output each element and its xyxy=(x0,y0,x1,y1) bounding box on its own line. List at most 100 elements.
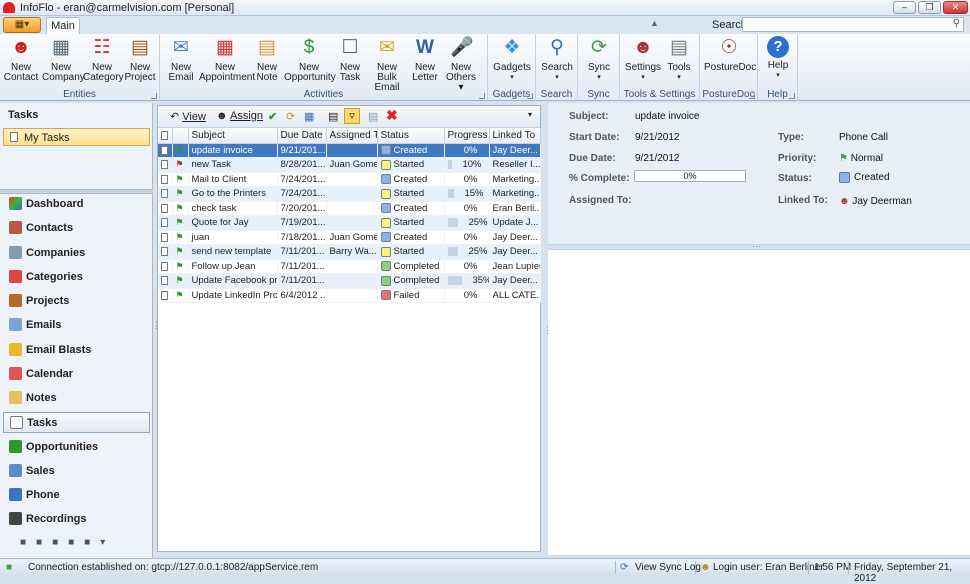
toolbar-overflow-icon[interactable]: ▾ xyxy=(528,110,532,119)
nav-companies[interactable]: Companies xyxy=(3,243,150,264)
new-note-button[interactable]: ▤ New Note xyxy=(253,36,281,83)
row-select[interactable] xyxy=(158,201,173,216)
ribbon-group-search: ⚲ Search ▾ Search xyxy=(536,34,578,101)
delete-icon[interactable]: ✖ xyxy=(386,107,398,124)
col-assigned-to[interactable]: Assigned To xyxy=(326,128,378,144)
row-select[interactable] xyxy=(158,215,173,231)
row-select[interactable] xyxy=(158,157,173,173)
nav-emails[interactable]: Emails xyxy=(3,315,150,336)
linked-to-value[interactable]: ☻ Jay Deerman xyxy=(839,196,912,207)
col-progress[interactable]: Progress xyxy=(444,128,490,144)
nav-opportunities[interactable]: Opportunities xyxy=(3,437,150,458)
row-select[interactable] xyxy=(158,230,173,245)
dialog-launcher-icon[interactable] xyxy=(749,93,755,99)
row-select[interactable] xyxy=(158,172,173,187)
row-select[interactable] xyxy=(158,186,173,202)
new-task-button[interactable]: ☐ New Task xyxy=(336,36,364,83)
table-row[interactable]: ⚑ Mail to Client 7/24/201... Created 0% Marke… xyxy=(158,172,541,187)
application-menu-button[interactable]: ▦▾ xyxy=(3,17,41,33)
nav-email-blasts[interactable]: Email Blasts xyxy=(3,340,150,361)
close-button[interactable]: ✕ xyxy=(943,1,968,14)
dialog-launcher-icon[interactable] xyxy=(789,93,795,99)
dialog-launcher-icon[interactable] xyxy=(479,93,485,99)
dialog-launcher-icon[interactable] xyxy=(527,93,533,99)
new-email-button[interactable]: ✉ New Email xyxy=(164,36,198,83)
restore-button[interactable]: ❐ xyxy=(918,1,941,14)
export-icon[interactable]: ▦ xyxy=(304,110,314,123)
tools-button[interactable]: ▤ Tools ▾ xyxy=(664,36,694,83)
note-icon: ▤ xyxy=(258,37,276,58)
nav-contacts[interactable]: Contacts xyxy=(3,218,150,239)
col-linked-to[interactable]: Linked To xyxy=(489,128,541,144)
table-row[interactable]: ⚑ send new template 7/11/201... Barry Wa...… xyxy=(158,244,541,260)
search-button[interactable]: ⚲ Search ▾ xyxy=(540,36,574,83)
search-icon[interactable]: ⚲ xyxy=(953,18,960,29)
table-row[interactable]: ⚑ update invoice 9/21/201... Created 0% Jay D… xyxy=(158,143,541,158)
row-select[interactable] xyxy=(158,288,173,303)
nav-notes[interactable]: Notes xyxy=(3,388,150,409)
phone-icon xyxy=(9,488,22,501)
dialog-launcher-icon[interactable] xyxy=(151,93,157,99)
new-opportunity-button[interactable]: $ New Opportunity xyxy=(284,36,336,83)
filter-icon[interactable]: ▿ xyxy=(344,108,360,124)
col-status[interactable]: Status xyxy=(377,128,445,144)
new-category-button[interactable]: ☷ New Category xyxy=(83,36,124,83)
nav-projects[interactable]: Projects xyxy=(3,291,150,312)
table-row[interactable]: ⚑ Quote for Jay 7/19/201... Started 25% Updat… xyxy=(158,215,541,231)
table-row[interactable]: ⚑ Update Facebook pr... 7/11/201... Complet… xyxy=(158,273,541,289)
table-row[interactable]: ⚑ Go to the Printers 7/24/201... Started 15%… xyxy=(158,186,541,202)
table-row[interactable]: ⚑ check task 7/20/201... Created 0% Eran Berl… xyxy=(158,201,541,216)
settings-button[interactable]: ☻ Settings ▾ xyxy=(624,36,662,83)
posturedoc-button[interactable]: ☉ PostureDoc xyxy=(704,36,756,73)
cell-status: Completed xyxy=(377,273,445,289)
table-row[interactable]: ⚑ juan7/18/201...Juan GomezCreated0%Jay D… xyxy=(158,230,541,245)
reassign-icon[interactable]: ⟳ xyxy=(286,110,295,123)
table-row[interactable]: ⚑ Update LinkedIn Profile6/4/2012 ... Fail… xyxy=(158,288,541,303)
new-contact-button[interactable]: ☻ New Contact xyxy=(2,36,40,83)
nav-calendar[interactable]: Calendar xyxy=(3,364,150,385)
assign-button[interactable]: ☻ Assign xyxy=(216,110,263,122)
copy-icon[interactable]: ▤ xyxy=(368,110,378,123)
row-select[interactable] xyxy=(158,259,173,274)
tree-item-my-tasks[interactable]: My Tasks xyxy=(3,128,150,146)
nav-categories[interactable]: Categories xyxy=(3,267,150,288)
view-sync-log-link[interactable]: View Sync Log xyxy=(635,562,701,573)
ribbon-collapse-icon[interactable]: ▲ xyxy=(650,18,659,28)
help-icon: ? xyxy=(767,36,789,58)
row-select[interactable] xyxy=(158,143,173,158)
col-select[interactable] xyxy=(158,128,173,144)
complete-task-icon[interactable]: ✔ xyxy=(268,110,277,123)
table-row[interactable]: ⚑ Follow up Jean 7/11/201... Completed 0% Jea… xyxy=(158,259,541,274)
table-row[interactable]: ⚑ new Task8/28/201...Juan GomezStarted10%… xyxy=(158,157,541,173)
col-priority[interactable] xyxy=(172,128,189,144)
new-appointment-button[interactable]: ▦ New Appointment xyxy=(199,36,255,83)
sidebar-shortcut-icons[interactable]: ■■■■■▾ xyxy=(20,537,115,548)
sync-button[interactable]: ⟳ Sync ▾ xyxy=(582,36,616,83)
task-notes-area[interactable] xyxy=(548,249,970,555)
nav-sales[interactable]: Sales xyxy=(3,461,150,482)
view-button[interactable]: ↶ View xyxy=(170,110,206,123)
search-input[interactable]: ⚲ xyxy=(742,17,964,32)
new-company-button[interactable]: ▦ New Company xyxy=(42,36,85,83)
new-bulk-email-button[interactable]: ✉ New Bulk Email xyxy=(366,36,408,93)
col-subject[interactable]: Subject xyxy=(188,128,278,144)
flag-icon: ⚑ xyxy=(175,188,184,199)
new-others-button[interactable]: 🎤 New Others ▾ xyxy=(443,36,479,93)
gadgets-button[interactable]: ❖ Gadgets ▾ xyxy=(492,36,532,83)
nav-tasks[interactable]: Tasks xyxy=(3,412,150,433)
nav-dashboard[interactable]: Dashboard xyxy=(3,194,150,215)
cell-linked-to: Marketing... xyxy=(489,186,541,202)
nav-phone[interactable]: Phone xyxy=(3,485,150,506)
new-project-button[interactable]: ▤ New Project xyxy=(122,36,158,83)
new-letter-button[interactable]: W New Letter xyxy=(410,36,440,83)
minimize-button[interactable]: – xyxy=(893,1,916,14)
help-button[interactable]: ? Help ▾ xyxy=(762,36,794,81)
col-due-date[interactable]: Due Date ▾ xyxy=(277,128,327,144)
row-select[interactable] xyxy=(158,244,173,260)
row-select[interactable] xyxy=(158,273,173,289)
ribbon-group-help: ? Help ▾ Help xyxy=(758,34,798,101)
tab-main[interactable]: Main xyxy=(46,17,80,35)
columns-icon[interactable]: ▤ xyxy=(328,110,338,123)
nav-recordings[interactable]: Recordings xyxy=(3,509,150,530)
posturedoc-icon: ☉ xyxy=(720,37,738,58)
